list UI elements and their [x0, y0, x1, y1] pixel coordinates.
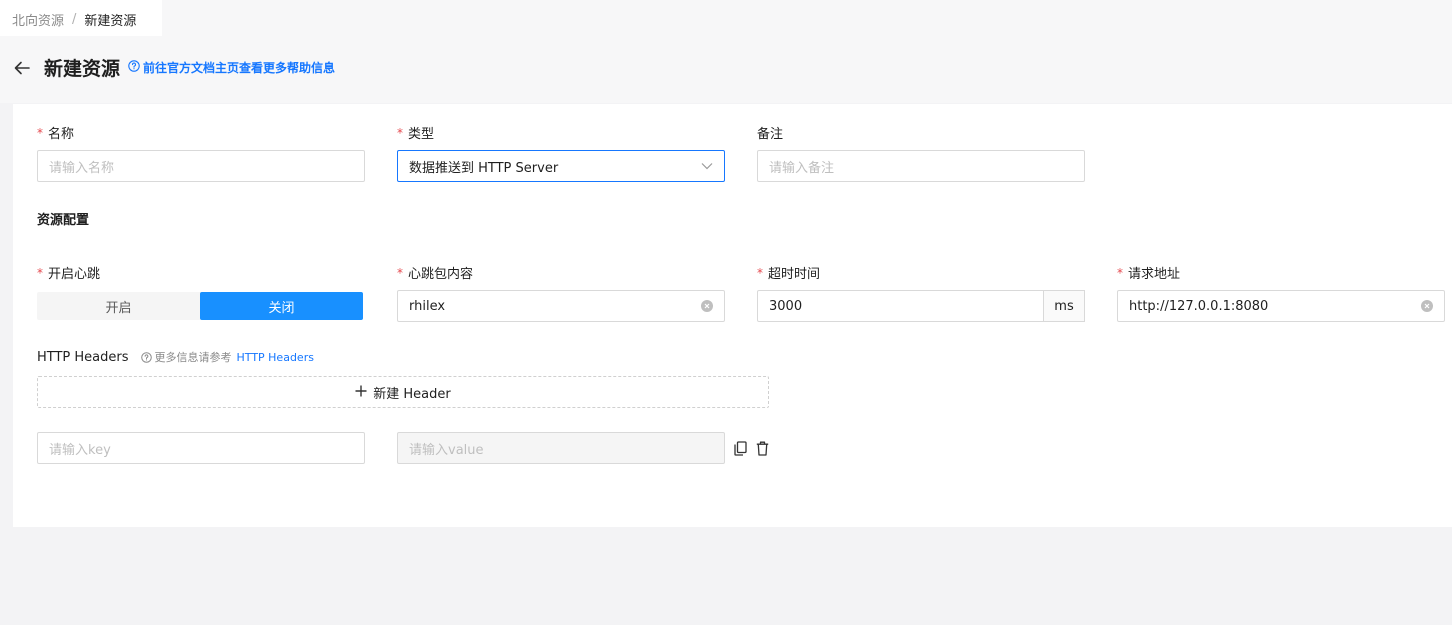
type-label: * 类型 — [397, 123, 435, 143]
heartbeat-content-input[interactable]: rhilex — [397, 290, 725, 322]
timeout-input[interactable]: 3000 — [757, 290, 1044, 322]
help-link-text: 前往官方文档主页查看更多帮助信息 — [143, 61, 336, 75]
http-headers-label: HTTP Headers 更多信息请参考 HTTP Headers — [37, 349, 314, 365]
help-link[interactable]: 前往官方文档主页查看更多帮助信息 — [128, 59, 335, 76]
back-arrow-icon[interactable] — [12, 58, 32, 78]
page-title: 新建资源 — [44, 58, 121, 80]
question-circle-icon — [128, 60, 140, 75]
timeout-label-text: 超时时间 — [768, 267, 821, 282]
required-mark: * — [37, 265, 43, 280]
url-input[interactable]: http://127.0.0.1:8080 — [1117, 290, 1445, 322]
name-placeholder: 请输入名称 — [49, 160, 115, 176]
add-header-button[interactable]: 新建 Header — [37, 376, 769, 408]
remark-label: 备注 — [757, 123, 783, 142]
section-title: 资源配置 — [37, 213, 90, 228]
required-mark: * — [397, 125, 403, 140]
timeout-unit-addon: ms — [1044, 290, 1085, 322]
heartbeat-label: * 开启心跳 — [37, 263, 101, 283]
type-select-value: 数据推送到 HTTP Server — [409, 160, 559, 176]
name-input[interactable]: 请输入名称 — [37, 150, 365, 182]
url-label: * 请求地址 — [1117, 263, 1181, 283]
url-value: http://127.0.0.1:8080 — [1129, 298, 1269, 314]
type-label-text: 类型 — [408, 127, 435, 142]
http-headers-doc-link[interactable]: HTTP Headers — [237, 351, 314, 364]
heartbeat-label-text: 开启心跳 — [48, 267, 101, 282]
type-select[interactable]: 数据推送到 HTTP Server — [397, 150, 725, 182]
remark-input[interactable]: 请输入备注 — [757, 150, 1085, 182]
clear-circle-icon[interactable] — [701, 300, 713, 312]
plus-icon — [355, 383, 367, 401]
name-label-text: 名称 — [48, 127, 75, 142]
required-mark: * — [757, 265, 763, 280]
required-mark: * — [1117, 265, 1123, 280]
heartbeat-option-on[interactable]: 开启 — [37, 292, 200, 320]
required-mark: * — [397, 265, 403, 280]
timeout-label: * 超时时间 — [757, 263, 821, 283]
breadcrumb-parent[interactable]: 北向资源 — [12, 10, 64, 29]
timeout-value: 3000 — [769, 298, 803, 314]
breadcrumb-separator: / — [72, 12, 77, 27]
copy-icon[interactable] — [733, 440, 747, 456]
header-key-placeholder: 请输入key — [49, 442, 111, 458]
header-key-input[interactable]: 请输入key — [37, 432, 365, 464]
url-label-text: 请求地址 — [1128, 267, 1181, 282]
heartbeat-segmented-control: 开启 关闭 — [37, 292, 363, 320]
remark-placeholder: 请输入备注 — [769, 160, 835, 176]
heartbeat-content-label-text: 心跳包内容 — [408, 267, 474, 282]
http-headers-note: 更多信息请参考 HTTP Headers — [140, 349, 314, 365]
heartbeat-content-label: * 心跳包内容 — [397, 263, 474, 283]
heartbeat-option-off[interactable]: 关闭 — [200, 292, 363, 320]
breadcrumb: 北向资源 / 新建资源 — [12, 10, 136, 29]
page-header-area — [0, 0, 1452, 103]
breadcrumb-current: 新建资源 — [84, 14, 137, 29]
http-headers-label-text: HTTP Headers — [37, 349, 129, 365]
question-circle-icon — [140, 351, 152, 363]
heartbeat-content-value: rhilex — [409, 298, 446, 314]
remark-label-text: 备注 — [757, 127, 784, 142]
add-header-label: 新建 Header — [373, 386, 451, 402]
name-label: * 名称 — [37, 123, 75, 143]
header-value-input[interactable]: 请输入value — [397, 432, 725, 464]
header-value-placeholder: 请输入value — [409, 442, 484, 458]
clear-circle-icon[interactable] — [1421, 300, 1433, 312]
chevron-down-icon — [701, 159, 713, 174]
delete-icon[interactable] — [755, 440, 769, 456]
http-headers-note-text: 更多信息请参考 — [154, 351, 232, 364]
required-mark: * — [37, 125, 43, 140]
title-row: 新建资源 前往官方文档主页查看更多帮助信息 — [12, 54, 335, 81]
